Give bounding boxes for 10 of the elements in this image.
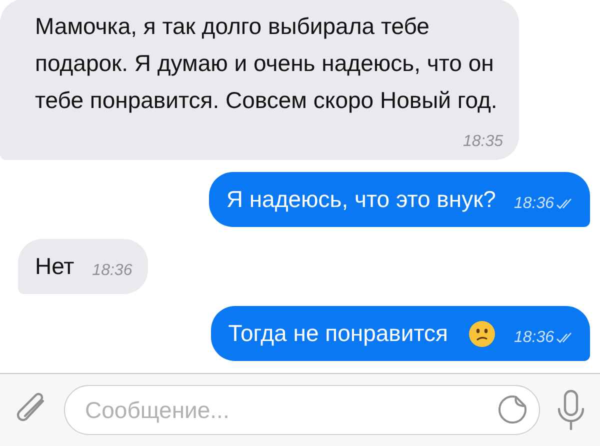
message-text: Нет [35, 252, 74, 281]
message-time: 18:36 [92, 262, 132, 280]
message-text: Мамочка, я так долго выбирала тебе подарок. Я думаю и очень надеюсь, что он тебе понравится. Совсем скоро Новый год. [35, 13, 498, 113]
message-text: Тогда не понравится [228, 319, 448, 348]
message-time: 18:35 [462, 133, 503, 151]
message-input-field[interactable]: Сообщение... [64, 385, 540, 435]
message-time: 18:36 [514, 328, 554, 347]
message-time: 18:36 [514, 194, 554, 213]
sticker-icon[interactable] [496, 394, 528, 426]
message-text: Я надеюсь, что это внук? [226, 185, 496, 214]
